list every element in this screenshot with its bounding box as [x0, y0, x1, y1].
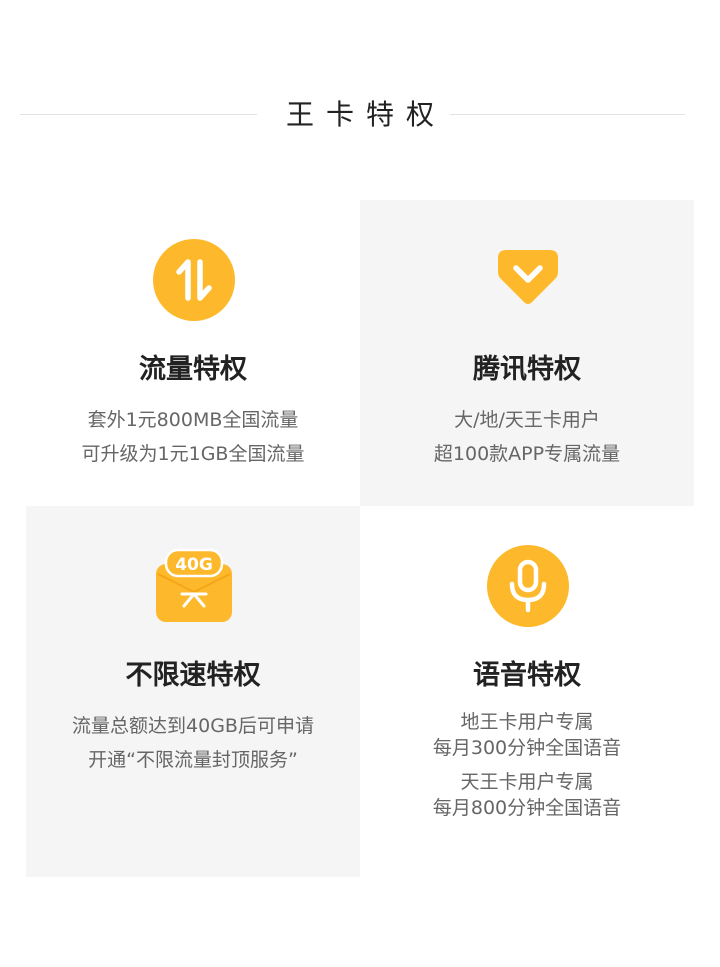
card-title: 语音特权	[473, 660, 581, 691]
40g-badge: 40G	[175, 555, 213, 575]
arrows-up-down-icon	[152, 238, 236, 322]
description-line: 天王卡用户专属	[460, 771, 594, 793]
card-description: 大/地/天王卡用户 超100款APP专属流量	[360, 403, 694, 471]
header-divider-right	[450, 114, 685, 115]
description-line: 每月300分钟全国语音	[432, 737, 622, 759]
card-tencent-privilege[interactable]: 腾讯特权 大/地/天王卡用户 超100款APP专属流量	[360, 200, 694, 506]
card-title: 腾讯特权	[473, 354, 581, 385]
description-line: 流量总额达到40GB后可申请	[72, 715, 314, 737]
description-line: 每月800分钟全国语音	[432, 797, 622, 819]
card-unlimited-speed-privilege[interactable]: 40G 不限速特权 流量总额达到40GB后可申请 开通“不限流量封顶服务”	[26, 506, 360, 877]
card-title: 不限速特权	[125, 660, 261, 691]
description-line: 大/地/天王卡用户	[454, 409, 600, 431]
microphone-icon	[486, 544, 570, 628]
section-title: 王卡特权	[285, 98, 446, 131]
description-line: 开通“不限流量封顶服务”	[88, 749, 298, 771]
description-line: 可升级为1元1GB全国流量	[81, 443, 305, 465]
description-line: 超100款APP专属流量	[433, 443, 621, 465]
40g-package-icon: 40G	[152, 544, 236, 628]
privilege-grid: 流量特权 套外1元800MB全国流量 可升级为1元1GB全国流量 腾讯特权 大/…	[26, 200, 694, 877]
card-title: 流量特权	[139, 354, 247, 385]
section-header: 王卡特权	[0, 85, 720, 145]
card-description: 地王卡用户专属 每月300分钟全国语音 天王卡用户专属 每月800分钟全国语音	[360, 709, 694, 821]
description-line: 套外1元800MB全国流量	[87, 409, 299, 431]
description-spacer	[360, 761, 694, 769]
card-data-privilege[interactable]: 流量特权 套外1元800MB全国流量 可升级为1元1GB全国流量	[26, 200, 360, 506]
card-description: 流量总额达到40GB后可申请 开通“不限流量封顶服务”	[26, 709, 360, 777]
description-line: 地王卡用户专属	[460, 711, 594, 733]
card-voice-privilege[interactable]: 语音特权 地王卡用户专属 每月300分钟全国语音 天王卡用户专属 每月800分钟…	[360, 506, 694, 877]
card-description: 套外1元800MB全国流量 可升级为1元1GB全国流量	[26, 403, 360, 471]
diamond-icon	[486, 238, 570, 322]
